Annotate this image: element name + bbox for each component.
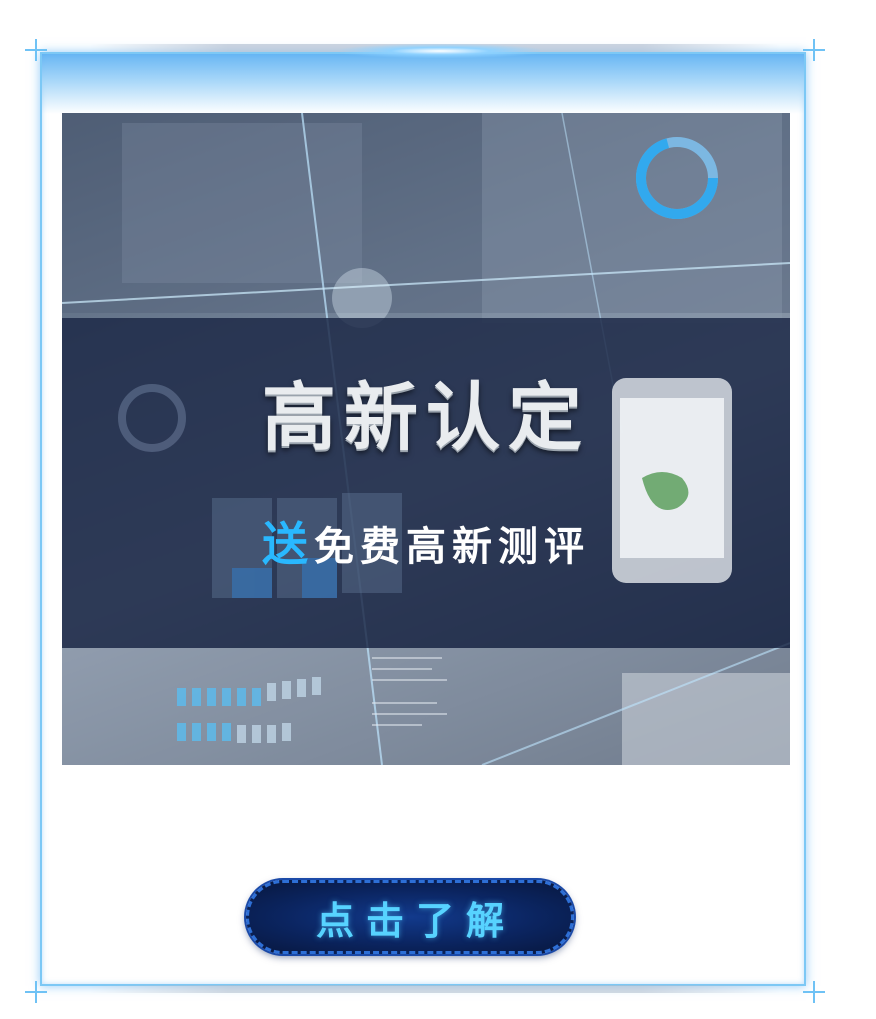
hero-title: 高新认定	[262, 375, 590, 461]
sparkle-icon	[25, 39, 47, 61]
sparkle-icon	[803, 39, 825, 61]
learn-more-label: 点击了解	[315, 898, 516, 943]
frame-bottom-bar	[90, 985, 780, 993]
frame-top-glow	[42, 54, 804, 114]
sparkle-icon	[25, 981, 47, 1003]
frame-top-flare	[340, 44, 540, 58]
hero-image: 高新认定 送免费高新测评	[62, 113, 790, 765]
hero-subtitle: 送免费高新测评	[62, 508, 790, 574]
learn-more-button[interactable]: 点击了解	[246, 880, 574, 954]
subtitle-accent: 送	[262, 517, 314, 571]
sparkle-icon	[803, 981, 825, 1003]
subtitle-text: 免费高新测评	[314, 524, 590, 570]
